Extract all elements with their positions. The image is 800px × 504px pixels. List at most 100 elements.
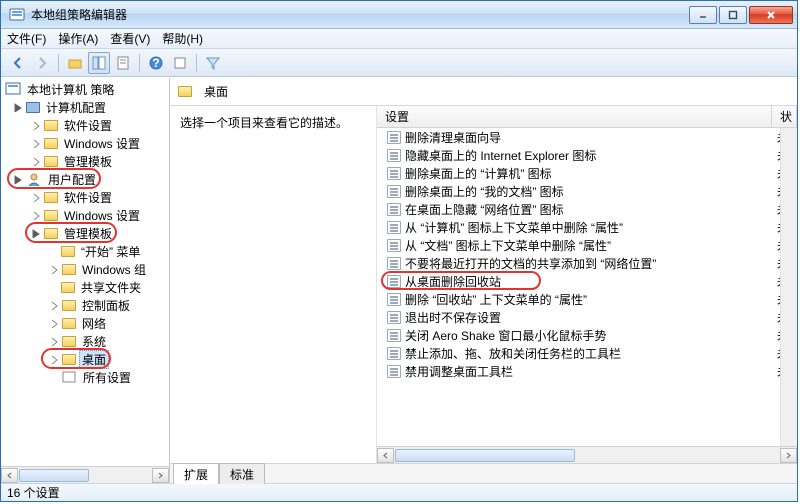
setting-row[interactable]: 退出时不保存设置未 xyxy=(377,308,797,326)
minimize-button[interactable] xyxy=(689,6,717,24)
setting-row[interactable]: 禁用调整桌面工具栏未 xyxy=(377,362,797,380)
setting-row[interactable]: 删除 “回收站” 上下文菜单的 “属性”未 xyxy=(377,290,797,308)
setting-row[interactable]: 关闭 Aero Shake 窗口最小化鼠标手势未 xyxy=(377,326,797,344)
setting-row[interactable]: 从 “计算机” 图标上下文菜单中删除 “属性”未 xyxy=(377,218,797,236)
tree-computer-config[interactable]: 计算机配置 xyxy=(1,98,169,116)
tab-extended[interactable]: 扩展 xyxy=(173,463,219,484)
setting-label: 删除清理桌面向导 xyxy=(405,129,773,146)
show-tree-button[interactable] xyxy=(88,52,110,74)
expander-closed-icon[interactable] xyxy=(49,336,60,347)
settings-icon xyxy=(61,370,77,384)
status-text: 16 个设置 xyxy=(7,484,60,501)
tree-user-config[interactable]: 用户配置 xyxy=(1,170,169,188)
help-button[interactable]: ? xyxy=(145,52,167,74)
tree-item[interactable]: 管理模板 xyxy=(1,152,169,170)
folder-icon xyxy=(61,282,75,293)
setting-row[interactable]: 禁止添加、拖、放和关闭任务栏的工具栏未 xyxy=(377,344,797,362)
toolbar-separator xyxy=(196,54,197,72)
back-button[interactable] xyxy=(7,52,29,74)
titlebar[interactable]: 本地组策略编辑器 xyxy=(1,1,797,29)
folder-icon xyxy=(62,300,76,311)
folder-icon xyxy=(44,228,58,239)
folder-icon xyxy=(44,120,58,131)
setting-icon xyxy=(387,347,401,360)
folder-icon xyxy=(62,264,76,275)
column-state[interactable]: 状 xyxy=(772,106,797,127)
expander-closed-icon[interactable] xyxy=(31,156,42,167)
tree-item[interactable]: 所有设置 xyxy=(1,368,169,386)
expander-closed-icon[interactable] xyxy=(31,210,42,221)
list-hscrollbar[interactable] xyxy=(377,446,797,463)
folder-icon xyxy=(62,318,76,329)
maximize-button[interactable] xyxy=(719,6,747,24)
tree-item[interactable]: 软件设置 xyxy=(1,188,169,206)
menu-view[interactable]: 查看(V) xyxy=(110,30,150,47)
tab-label: 标准 xyxy=(230,468,254,482)
menu-action[interactable]: 操作(A) xyxy=(58,30,98,47)
scroll-left-button[interactable] xyxy=(1,468,18,483)
tree-label: 所有设置 xyxy=(80,369,134,386)
column-setting[interactable]: 设置 xyxy=(377,106,772,127)
setting-label: 删除桌面上的 “我的文档” 图标 xyxy=(405,183,773,200)
setting-icon xyxy=(387,167,401,180)
forward-button[interactable] xyxy=(31,52,53,74)
expander-closed-icon[interactable] xyxy=(31,138,42,149)
up-button[interactable] xyxy=(64,52,86,74)
setting-icon xyxy=(387,257,401,270)
setting-row[interactable]: 从 “文档” 图标上下文菜单中删除 “属性”未 xyxy=(377,236,797,254)
list-body[interactable]: 删除清理桌面向导未隐藏桌面上的 Internet Explorer 图标未删除桌… xyxy=(377,128,797,446)
scroll-thumb[interactable] xyxy=(395,449,575,462)
expander-closed-icon[interactable] xyxy=(31,192,42,203)
tree-desktop[interactable]: 桌面 xyxy=(1,350,169,368)
scroll-track[interactable] xyxy=(394,448,780,463)
export-button[interactable] xyxy=(169,52,191,74)
column-label: 状 xyxy=(780,108,792,125)
setting-row[interactable]: 删除桌面上的 “我的文档” 图标未 xyxy=(377,182,797,200)
close-button[interactable] xyxy=(749,6,793,24)
setting-row[interactable]: 在桌面上隐藏 “网络位置” 图标未 xyxy=(377,200,797,218)
tree-label: 计算机配置 xyxy=(43,99,109,116)
tab-standard[interactable]: 标准 xyxy=(219,463,265,484)
tab-label: 扩展 xyxy=(184,468,208,482)
setting-row[interactable]: 不要将最近打开的文档的共享添加到 “网络位置”未 xyxy=(377,254,797,272)
folder-icon xyxy=(178,86,192,97)
setting-icon xyxy=(387,329,401,342)
tree-admin-templates[interactable]: 管理模板 xyxy=(1,224,169,242)
setting-row[interactable]: 删除清理桌面向导未 xyxy=(377,128,797,146)
expander-closed-icon[interactable] xyxy=(49,264,60,275)
expander-closed-icon[interactable] xyxy=(49,318,60,329)
tree-item[interactable]: Windows 设置 xyxy=(1,206,169,224)
tree-item[interactable]: 系统 xyxy=(1,332,169,350)
tree-item[interactable]: “开始” 菜单 xyxy=(1,242,169,260)
scroll-right-button[interactable] xyxy=(152,468,169,483)
tree-item[interactable]: Windows 设置 xyxy=(1,134,169,152)
tree-item[interactable]: Windows 组 xyxy=(1,260,169,278)
setting-label: 从 “文档” 图标上下文菜单中删除 “属性” xyxy=(405,237,773,254)
filter-button[interactable] xyxy=(202,52,224,74)
setting-row[interactable]: 删除桌面上的 “计算机” 图标未 xyxy=(377,164,797,182)
expander-closed-icon[interactable] xyxy=(31,120,42,131)
tree-item[interactable]: 网络 xyxy=(1,314,169,332)
scroll-right-button[interactable] xyxy=(780,448,797,463)
tree-root[interactable]: 本地计算机 策略 xyxy=(1,80,169,98)
expander-closed-icon[interactable] xyxy=(49,300,60,311)
properties-button[interactable] xyxy=(112,52,134,74)
scroll-left-button[interactable] xyxy=(377,448,394,463)
scroll-thumb[interactable] xyxy=(19,469,89,482)
menu-help[interactable]: 帮助(H) xyxy=(162,30,203,47)
setting-row[interactable]: 从桌面删除回收站未 xyxy=(377,272,797,290)
description-text: 选择一个项目来查看它的描述。 xyxy=(180,116,348,130)
expander-open-icon[interactable] xyxy=(31,228,42,239)
tree-item[interactable]: 软件设置 xyxy=(1,116,169,134)
expander-closed-icon[interactable] xyxy=(49,354,60,365)
tree-hscrollbar[interactable] xyxy=(1,466,169,483)
tree-item[interactable]: 共享文件夹 xyxy=(1,278,169,296)
tree[interactable]: 本地计算机 策略 计算机配置 软件设置 Windows 设置 xyxy=(1,78,169,466)
expander-open-icon[interactable] xyxy=(13,102,24,113)
menu-file[interactable]: 文件(F) xyxy=(7,30,46,47)
expander-open-icon[interactable] xyxy=(13,174,24,185)
setting-row[interactable]: 隐藏桌面上的 Internet Explorer 图标未 xyxy=(377,146,797,164)
tree-item[interactable]: 控制面板 xyxy=(1,296,169,314)
scroll-track[interactable] xyxy=(18,468,152,483)
list-vscrollbar[interactable] xyxy=(780,128,797,446)
